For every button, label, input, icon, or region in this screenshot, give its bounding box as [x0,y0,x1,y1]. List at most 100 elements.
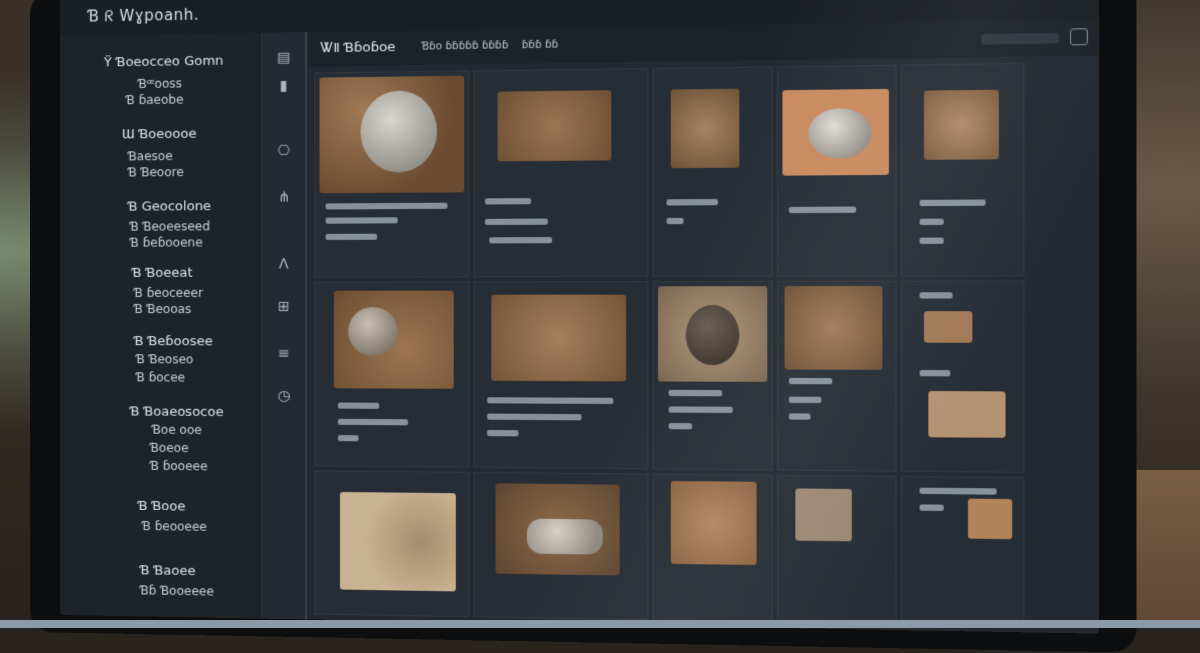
image-card[interactable] [474,68,649,277]
tag-icon[interactable]: ⋔ [274,188,292,206]
texture-thumbnail[interactable] [334,291,454,389]
card-text-line [920,488,997,495]
card-text-line [920,199,986,206]
texture-thumbnail[interactable] [671,481,757,565]
sidebar-item[interactable]: Ɓ ɓocee [136,370,185,384]
card-text-line [326,203,448,210]
texture-thumbnail[interactable] [319,76,464,194]
sidebar-item[interactable]: Ɓ ɓeoceeer [134,286,203,300]
texture-thumbnail[interactable] [340,492,456,591]
gallery-panel: ᏔⅡ Ɓɓoɓoe Ɓɓo ɓɓɓɓɓ ɓɓɓɓ ɓɓɓ ɓɓ [308,20,1099,634]
clock-icon[interactable]: ◷ [274,387,292,405]
toolbar-link[interactable]: ɓɓɓ ɓɓ [522,39,559,51]
bookmark-icon[interactable]: ⎔ [274,142,292,160]
card-text-line [489,237,552,243]
card-text-line [920,370,951,376]
stone-image [686,305,740,365]
sidebar-item[interactable]: Ɓ ɓooeee [150,459,208,474]
sidebar-item[interactable]: Ɓ Ɓoaeosocoe [130,404,224,420]
stone-image [348,307,397,356]
image-card[interactable] [653,66,773,277]
card-text-line [920,504,944,511]
texture-thumbnail[interactable] [782,89,888,176]
texture-thumbnail[interactable] [495,483,619,575]
app-title: Ɓ ᖇ Wɣpoanh. [88,6,199,26]
image-card[interactable] [653,474,773,623]
folder-icon[interactable]: ▤ [274,49,292,67]
sidebar-item[interactable]: Ɓ Ɓeoeeseed [130,219,210,233]
sidebar-item[interactable]: Ɓɓ Ɓooeeee [140,583,214,598]
card-text-line [487,397,613,404]
sidebar-item[interactable]: Ϋ Ɓoeocceo Gomn [104,54,224,71]
texture-thumbnail[interactable] [928,391,1005,438]
card-text-line [487,414,582,421]
gallery-title: ᏔⅡ Ɓɓoɓoe [320,40,395,56]
texture-thumbnail[interactable] [924,90,999,160]
sidebar-item[interactable]: Ɓ ɓeɓooene [130,235,203,249]
sidebar-item[interactable]: Ɓ Ɓeɓoosee [134,334,213,349]
sidebar-item[interactable]: Ɓ ɓeooeee [142,519,207,534]
texture-thumbnail[interactable] [795,488,851,541]
card-text-line [789,378,832,384]
texture-thumbnail[interactable] [671,89,740,169]
filter-icon[interactable]: ▮ [274,77,292,95]
sidebar-item[interactable]: Ɓ Ɓaoee [140,563,196,579]
texture-thumbnail[interactable] [491,295,626,382]
image-card[interactable] [901,476,1024,627]
image-card[interactable] [777,65,897,277]
sidebar-item[interactable]: Ɓ Ɓeoseo [136,352,194,366]
stone-image [808,108,871,159]
stone-image [527,519,603,555]
image-card[interactable] [474,472,649,621]
texture-thumbnail[interactable] [968,499,1012,540]
card-text-line [338,403,379,409]
image-card[interactable] [653,281,773,471]
stone-image [361,90,438,172]
sidebar-item[interactable]: Ɓ Ɓeoore [128,165,184,180]
card-text-line [487,430,518,436]
card-text-line [338,419,408,426]
card-text-line [789,397,821,403]
sidebar-item[interactable]: Ɓ ɓaeobe [126,92,184,107]
sidebar-item[interactable]: Ɓ Ɓoeeat [132,266,193,281]
card-text-line [920,219,944,225]
card-text-line [667,218,684,224]
card-text-line [920,238,944,244]
texture-thumbnail[interactable] [498,90,612,161]
texture-thumbnail[interactable] [924,311,972,343]
sidebar-item[interactable]: Ɓꟹooss [138,76,182,91]
toolbar-link[interactable]: Ɓɓo ɓɓɓɓɓ ɓɓɓɓ [422,40,509,53]
card-text-line [669,406,733,413]
text-icon[interactable]: Λ [274,255,292,273]
sidebar-item[interactable]: Ɯ Ɓoeoooe [122,127,197,143]
image-card[interactable] [474,281,649,469]
sidebar-item[interactable]: Ɓoeoe [150,441,189,455]
image-card[interactable] [314,70,469,277]
sidebar-item[interactable]: Ɓaesoe [128,149,173,163]
list-icon[interactable]: ≡ [274,344,292,362]
search-input[interactable] [981,33,1059,45]
sidebar: Ϋ Ɓoeocceo Gomn Ɓꟹooss Ɓ ɓaeobe Ɯ Ɓoeooo… [60,33,261,619]
grid-icon[interactable]: ⊞ [274,298,292,316]
image-card[interactable] [777,281,897,472]
image-card[interactable] [901,63,1024,277]
image-card[interactable] [314,470,469,617]
texture-thumbnail[interactable] [785,286,883,370]
sidebar-item[interactable]: Ɓ Ɓooe [138,499,185,515]
image-card[interactable] [901,281,1024,473]
card-text-line [326,234,377,240]
sidebar-item[interactable]: Ɓ Geocolone [128,199,211,215]
sidebar-item[interactable]: Ɓ Ɓeooas [134,302,191,316]
texture-thumbnail[interactable] [658,286,767,382]
laptop-screen: Ɓ ᖇ Wɣpoanh. Ϋ Ɓoeocceo Gomn Ɓꟹooss Ɓ ɓa… [60,0,1099,634]
card-text-line [669,423,692,429]
window-icon[interactable] [1070,28,1088,45]
sidebar-item[interactable]: Ɓoe ooe [152,423,202,437]
card-text-line [789,413,811,419]
card-text-line [920,292,953,298]
image-card[interactable] [314,281,469,467]
card-text-line [485,198,531,204]
bottom-strip [0,620,1200,628]
tool-rail: ▤ ▮ ⎔ ⋔ Λ ⊞ ≡ ◷ [261,32,307,619]
image-card[interactable] [777,475,897,625]
